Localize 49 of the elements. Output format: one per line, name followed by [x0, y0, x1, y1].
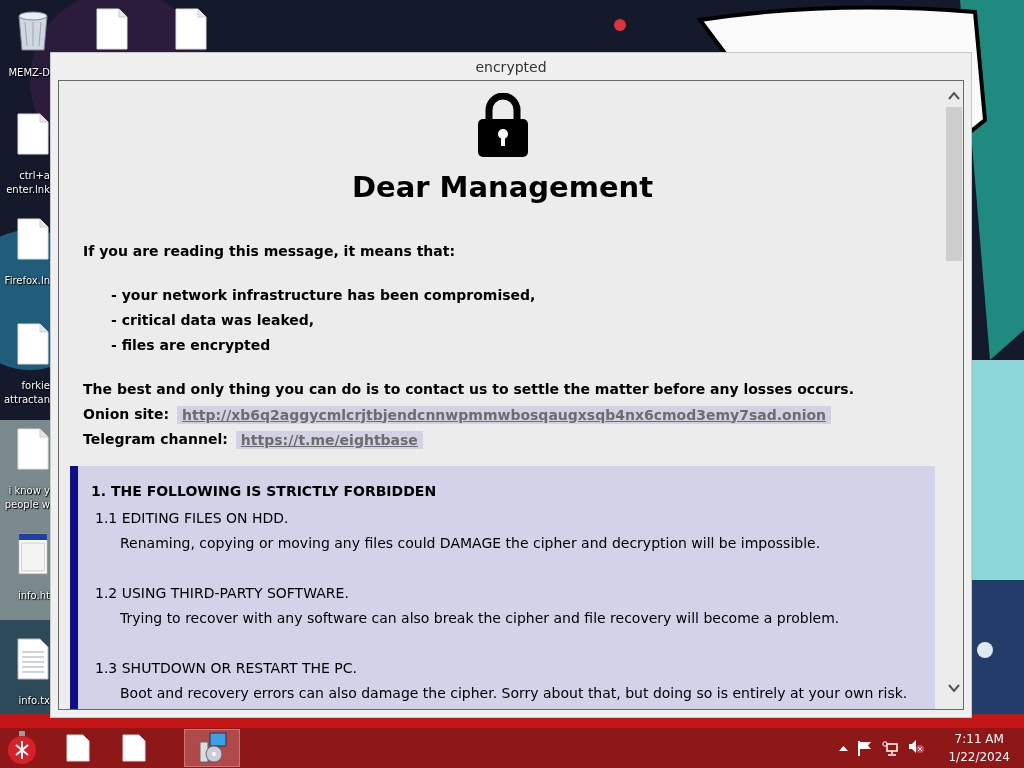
list-item: - files are encrypted [111, 336, 272, 355]
icon-label: Firefox.ln [4, 274, 50, 288]
icon-label: people w [4, 498, 50, 512]
icon-label: forkie [21, 379, 50, 393]
icon-label: info.ht [17, 589, 50, 603]
rule-text: Trying to recover with any software can also break the cipher and file recovery will become a problem. [120, 609, 841, 628]
computer-disc-icon[interactable] [196, 732, 228, 764]
message-heading: Dear Management [350, 169, 655, 206]
icon-label: attractan [3, 393, 50, 407]
icon-label: i know y [8, 484, 50, 498]
contact-label: Telegram channel: [83, 430, 228, 449]
rule-title: 1.2 USING THIRD-PARTY SOFTWARE. [95, 584, 350, 603]
notice-heading: 1. THE FOLLOWING IS STRICTLY FORBIDDEN [91, 482, 438, 501]
network-icon[interactable] [882, 740, 899, 756]
contact-label: Onion site: [83, 405, 170, 424]
browser-window-icon[interactable] [18, 533, 48, 575]
icon-label: info.tx [18, 694, 50, 708]
file-icon[interactable] [175, 8, 207, 50]
contact-link[interactable]: https://t.me/eightbase [235, 430, 423, 449]
caret-icon[interactable] [839, 745, 849, 751]
taskbar-button[interactable] [184, 729, 240, 767]
file-icon[interactable] [122, 734, 146, 762]
rule-text: Boot and recovery errors can also damage the cipher. Sorry about that, but doing so is entirely at your own risk. [120, 684, 909, 703]
rule-title: 1.1 EDITING FILES ON HDD. [95, 509, 290, 528]
flag-icon[interactable] [858, 740, 873, 756]
list-item: - critical data was leaked, [111, 311, 316, 330]
text-file-icon[interactable] [17, 638, 49, 680]
icon-label: ctrl+a [19, 169, 50, 183]
icon-label: MEMZ-D [8, 66, 50, 80]
file-icon[interactable] [17, 113, 49, 155]
scrollbar-thumb[interactable] [946, 107, 962, 261]
clock-date[interactable]: 1/22/2024 [948, 748, 1010, 766]
ornament-icon[interactable] [7, 731, 37, 765]
file-icon[interactable] [96, 8, 128, 50]
muted-speaker-icon[interactable] [908, 738, 925, 754]
intro-text: If you are reading this message, it means that: [83, 242, 457, 261]
advice-text: The best and only thing you can do is to contact us to settle the matter before any losses occurs. [83, 380, 855, 399]
recycle-bin-icon[interactable] [15, 8, 51, 52]
file-icon[interactable] [17, 323, 49, 365]
contact-link[interactable]: http://xb6q2aggycmlcrjtbjendcnnwpmmwbosqaugxsqb4nx6cmod3emy7sad.onion [177, 405, 832, 424]
rule-title: 1.3 SHUTDOWN OR RESTART THE PC. [95, 659, 358, 678]
list-item: - your network infrastructure has been compromised, [111, 286, 537, 305]
padlock-icon [477, 93, 528, 157]
file-icon[interactable] [17, 218, 49, 260]
clock-time[interactable]: 7:11 AM [954, 730, 1004, 748]
file-icon[interactable] [66, 734, 90, 762]
window-title: encrypted [475, 58, 547, 75]
icon-label: enter.lnk [6, 183, 50, 197]
rule-text: Renaming, copying or moving any files could DAMAGE the cipher and decryption will be impossible. [120, 534, 822, 553]
